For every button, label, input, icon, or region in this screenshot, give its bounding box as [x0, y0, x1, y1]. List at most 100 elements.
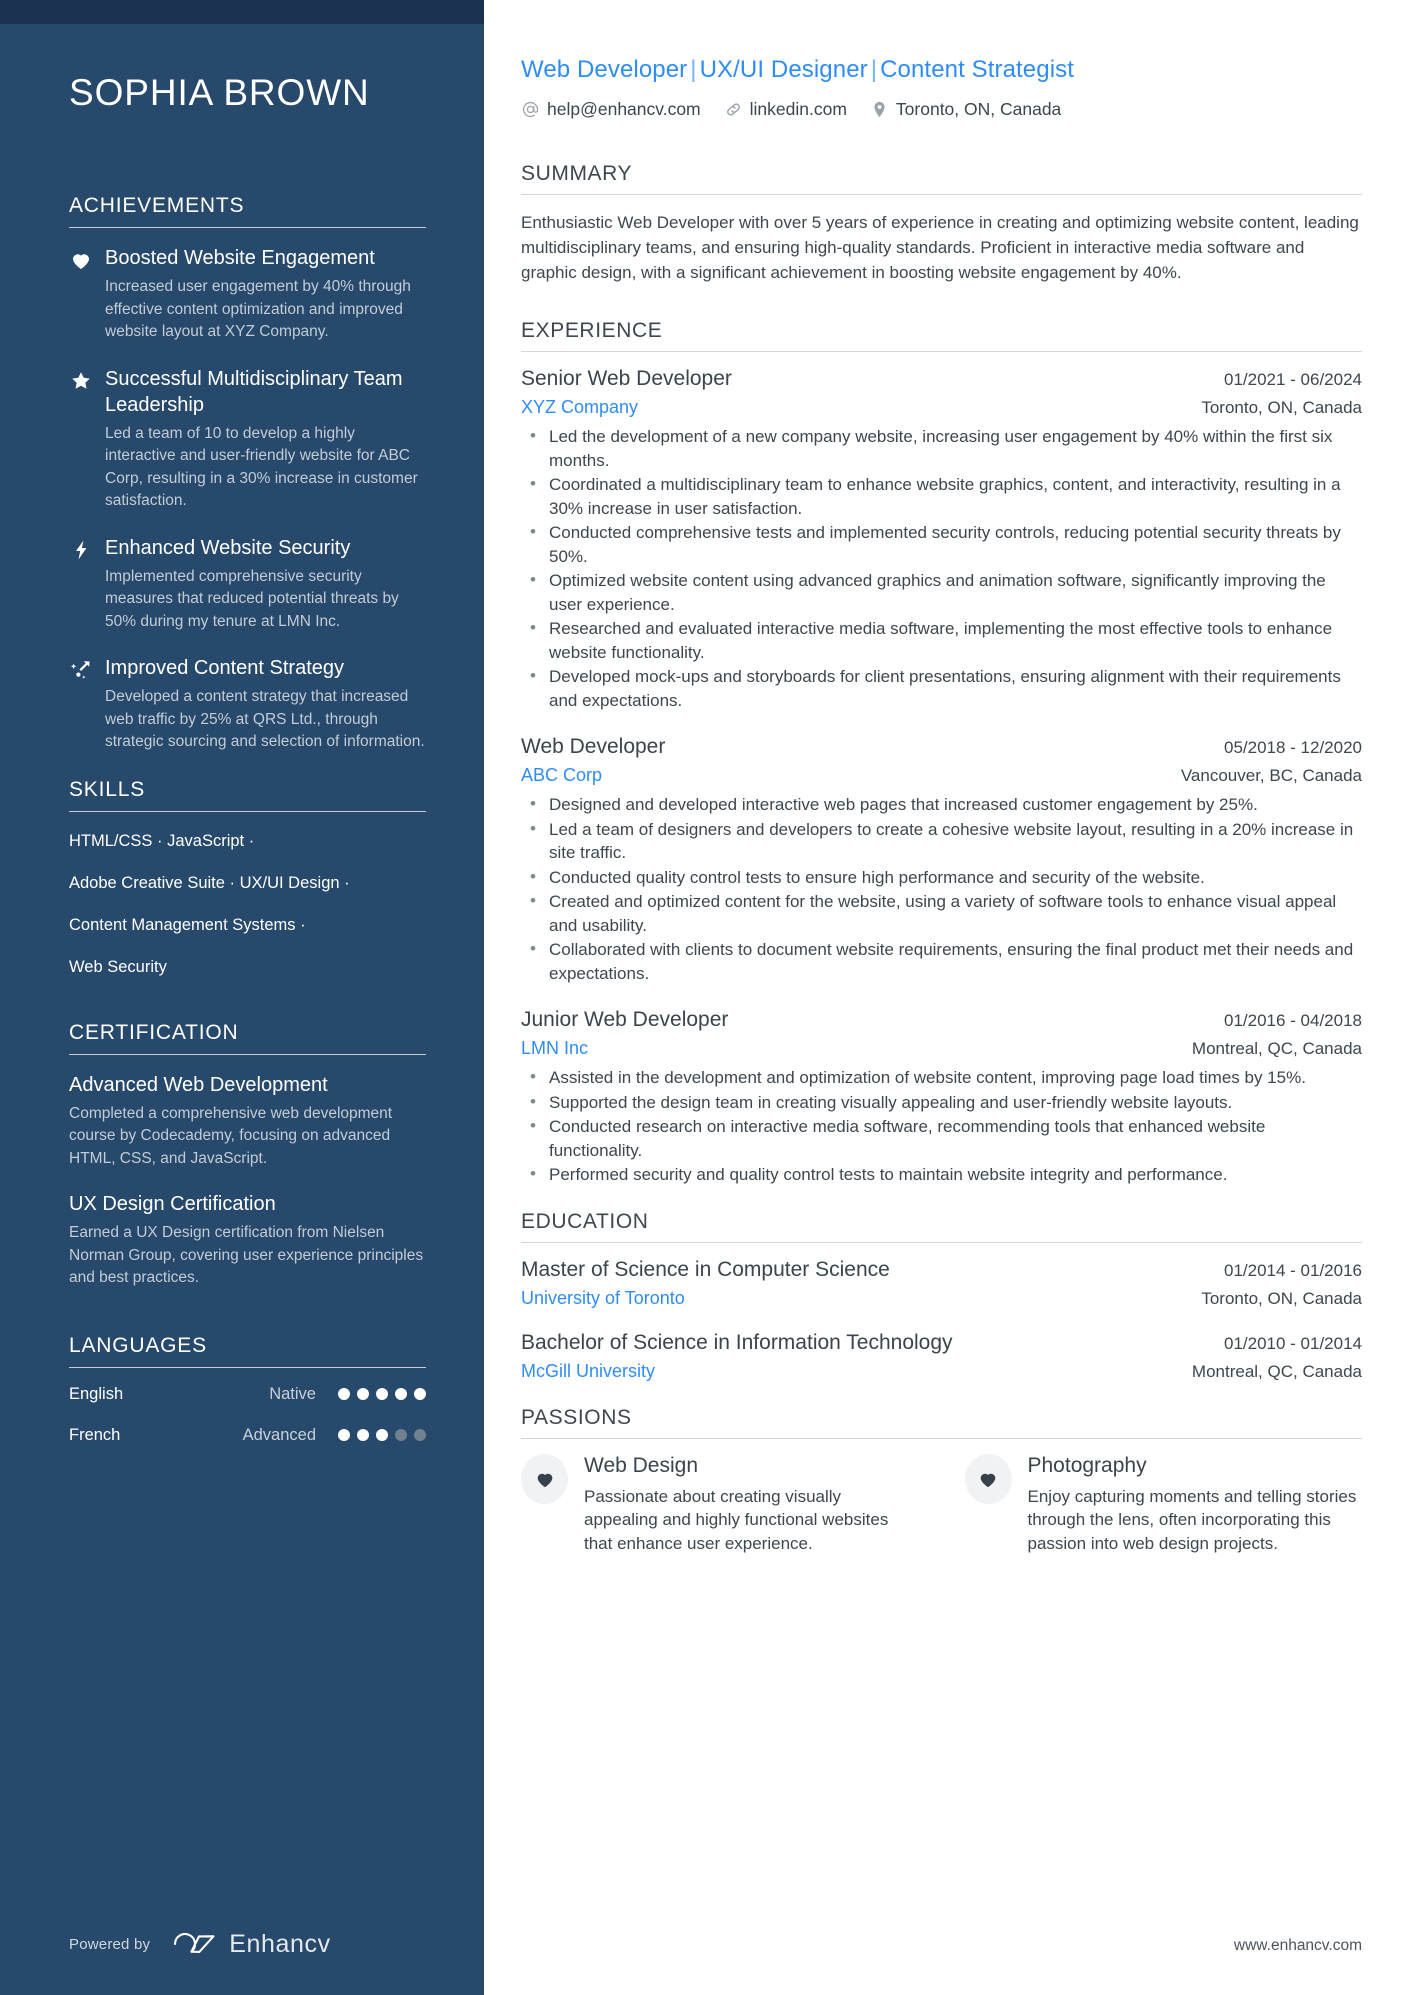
contact-row: help@enhancv.com linkedin.com Toronto, O…: [521, 99, 1362, 120]
job-bullet: Conducted comprehensive tests and implem…: [521, 520, 1362, 568]
certification-description: Earned a UX Design certification from Ni…: [69, 1224, 424, 1286]
education-item: Bachelor of Science in Information Techn…: [521, 1331, 1362, 1382]
achievements-heading: ACHIEVEMENTS: [69, 194, 245, 217]
job-dates: 05/2018 - 12/2020: [1223, 738, 1362, 757]
passion-title: Photography: [1027, 1453, 1147, 1477]
rating-dot-filled: [395, 1388, 407, 1400]
enhancv-mark-icon: [174, 1932, 215, 1953]
divider: [69, 1053, 426, 1055]
passion-description: Enjoy capturing moments and telling stor…: [1027, 1486, 1357, 1553]
education-school[interactable]: McGill University: [521, 1361, 655, 1382]
contact-linkedin[interactable]: linkedin.com: [724, 99, 847, 120]
divider: [521, 1241, 1362, 1243]
language-row: French Advanced: [69, 1426, 426, 1445]
certification-title: UX Design Certification: [69, 1193, 276, 1215]
job-location: Montreal, QC, Canada: [1191, 1039, 1362, 1058]
rating-dot-filled: [357, 1429, 369, 1441]
skills-heading: SKILLS: [69, 777, 146, 801]
passion-description: Passionate about creating visually appea…: [584, 1486, 889, 1553]
experience-section: EXPERIENCE Senior Web Developer 01/2021 …: [521, 319, 1362, 1187]
divider: [521, 1437, 1362, 1439]
achievement-item: Boosted Website Engagement Increased use…: [69, 245, 426, 344]
languages-section: LANGUAGES English Native French Advanced: [69, 1334, 426, 1445]
divider: [521, 194, 1362, 195]
contact-email[interactable]: help@enhancv.com: [521, 99, 701, 120]
education-item: Master of Science in Computer Science 01…: [521, 1258, 1362, 1309]
trending-up-icon: [69, 655, 105, 754]
skill-line: HTML/CSS · JavaScript ·: [69, 831, 255, 850]
achievement-title: Boosted Website Engagement: [105, 247, 375, 269]
certification-item: Advanced Web Development Completed a com…: [69, 1072, 426, 1171]
achievement-item: Successful Multidisciplinary Team Leader…: [69, 366, 426, 513]
passion-item: Web Design Passionate about creating vis…: [521, 1453, 919, 1556]
headline-separator: |: [690, 56, 697, 83]
heart-icon: [521, 1453, 568, 1504]
certification-title: Advanced Web Development: [69, 1073, 328, 1096]
job-bullets: Led the development of a new company web…: [521, 424, 1362, 712]
skill-line: Adobe Creative Suite · UX/UI Design ·: [69, 873, 350, 892]
achievement-title: Improved Content Strategy: [105, 657, 345, 679]
passion-title: Web Design: [584, 1453, 699, 1477]
experience-heading: EXPERIENCE: [521, 319, 663, 342]
language-level: Advanced: [242, 1425, 316, 1444]
achievement-description: Led a team of 10 to develop a highly int…: [105, 424, 418, 510]
link-icon: [726, 103, 740, 116]
lightning-bolt-icon: [69, 535, 105, 634]
language-level: Native: [269, 1384, 316, 1403]
job-bullets: Designed and developed interactive web p…: [521, 792, 1362, 985]
language-rating-dots: [338, 1388, 426, 1400]
education-degree: Bachelor of Science in Information Techn…: [521, 1330, 953, 1354]
enhancv-wordmark: Enhancv: [229, 1929, 331, 1958]
star-icon: [69, 366, 105, 513]
certification-item: UX Design Certification Earned a UX Desi…: [69, 1191, 426, 1290]
achievement-title: Enhanced Website Security: [105, 536, 351, 559]
at-email-icon: [522, 101, 539, 118]
job-bullet: Created and optimized content for the we…: [521, 889, 1362, 937]
divider: [69, 227, 426, 228]
experience-item: Junior Web Developer 01/2016 - 04/2018 L…: [521, 1008, 1362, 1187]
job-bullet: Supported the design team in creating vi…: [521, 1090, 1362, 1115]
education-dates: 01/2014 - 01/2016: [1223, 1260, 1362, 1280]
professional-headline: Web Developer | UX/UI Designer | Content Str…: [521, 56, 1362, 84]
job-location: Vancouver, BC, Canada: [1180, 766, 1362, 785]
job-company[interactable]: ABC Corp: [521, 765, 602, 786]
achievement-description: Implemented comprehensive security measu…: [105, 567, 399, 630]
job-bullet: Designed and developed interactive web p…: [521, 792, 1362, 817]
sidebar: SOPHIA BROWN ACHIEVEMENTS Boosted Websit…: [0, 0, 484, 1995]
sidebar-footer: Powered by Enhancv: [0, 1929, 484, 1995]
job-location: Toronto, ON, Canada: [1201, 398, 1362, 417]
page-title: SOPHIA BROWN: [69, 72, 370, 113]
heart-icon: [69, 245, 105, 344]
achievement-description: Increased user engagement by 40% through…: [105, 278, 411, 340]
language-name: French: [69, 1425, 121, 1444]
passions-heading: PASSIONS: [521, 1405, 632, 1429]
skills-section: SKILLS HTML/CSS · JavaScript · Adobe Cre…: [69, 778, 426, 977]
sidebar-top-accent-bar: [0, 0, 484, 24]
job-bullet: Coordinated a multidisciplinary team to …: [521, 472, 1362, 520]
job-company[interactable]: LMN Inc: [521, 1038, 588, 1059]
education-school[interactable]: University of Toronto: [521, 1288, 685, 1309]
achievement-item: Improved Content Strategy Developed a co…: [69, 655, 426, 754]
location-pin-icon: [874, 101, 885, 118]
job-bullet: Developed mock-ups and storyboards for c…: [521, 664, 1362, 712]
summary-section: SUMMARY Enthusiastic Web Developer with …: [521, 162, 1362, 285]
job-bullet: Collaborated with clients to document we…: [521, 937, 1362, 985]
divider: [521, 351, 1362, 352]
certification-section: CERTIFICATION Advanced Web Development C…: [69, 1021, 426, 1290]
education-degree: Master of Science in Computer Science: [521, 1257, 890, 1281]
certification-heading: CERTIFICATION: [69, 1020, 239, 1044]
summary-text: Enthusiastic Web Developer with over 5 y…: [521, 213, 1359, 282]
heart-icon: [964, 1453, 1012, 1504]
contact-linkedin-text: linkedin.com: [749, 99, 847, 119]
rating-dot-filled: [414, 1388, 426, 1400]
powered-by-label: Powered by: [69, 1935, 151, 1953]
achievement-item: Enhanced Website Security Implemented co…: [69, 535, 426, 634]
enhancv-url[interactable]: www.enhancv.com: [1234, 1937, 1362, 1955]
rating-dot-filled: [357, 1388, 369, 1400]
main-content: Web Developer | UX/UI Designer | Content Str…: [484, 0, 1410, 1995]
rating-dot-filled: [376, 1388, 388, 1400]
languages-heading: LANGUAGES: [69, 1333, 207, 1357]
job-title: Junior Web Developer: [521, 1008, 729, 1031]
job-company[interactable]: XYZ Company: [521, 397, 638, 418]
passions-section: PASSIONS Web Design Passionate about cre…: [521, 1406, 1362, 1556]
